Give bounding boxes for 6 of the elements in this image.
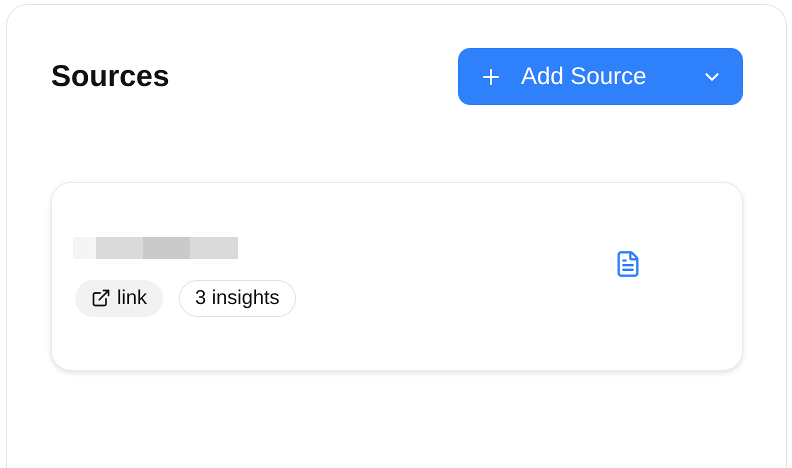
link-tag[interactable]: link (75, 280, 164, 316)
add-source-button[interactable]: Add Source (458, 48, 743, 105)
source-card[interactable]: link 3 insights (51, 182, 743, 371)
panel-title: Sources (51, 59, 170, 95)
insights-tag: 3 insights (179, 280, 296, 316)
external-link-icon (91, 288, 111, 308)
